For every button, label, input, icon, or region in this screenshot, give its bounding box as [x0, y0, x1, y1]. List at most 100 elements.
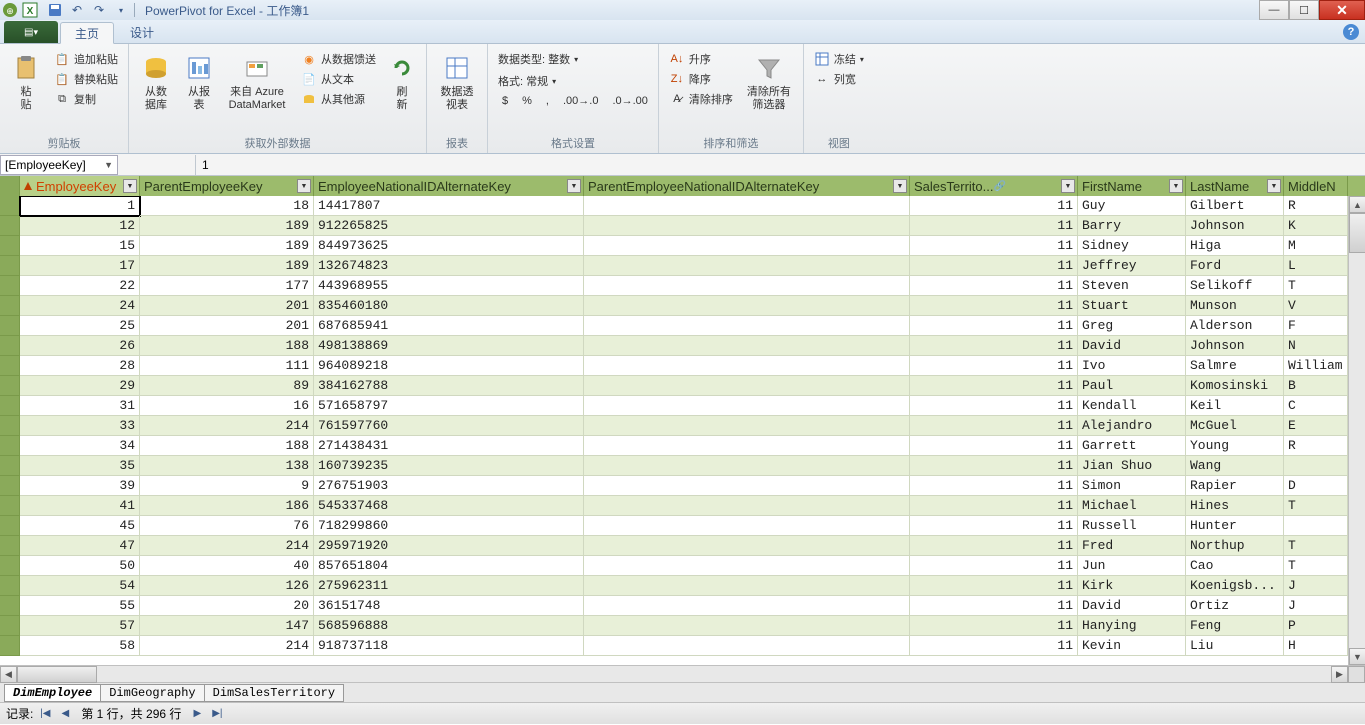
cell[interactable]: 11 — [910, 556, 1078, 576]
cell[interactable] — [584, 596, 910, 616]
table-row[interactable]: 2811196408921811IvoSalmreWilliam — [0, 356, 1365, 376]
cell[interactable]: 214 — [140, 536, 314, 556]
undo-icon[interactable]: ↶ — [68, 2, 86, 18]
cell[interactable]: T — [1284, 496, 1348, 516]
currency-button[interactable]: $ — [498, 94, 512, 108]
cell[interactable]: Barry — [1078, 216, 1186, 236]
cell[interactable]: 41 — [20, 496, 140, 516]
filter-dropdown-icon[interactable]: ▼ — [1169, 179, 1183, 193]
cell[interactable]: 18 — [140, 196, 314, 216]
paste-button[interactable]: 粘 贴 — [6, 48, 46, 133]
cell[interactable]: 29 — [20, 376, 140, 396]
cell[interactable] — [584, 556, 910, 576]
scroll-thumb[interactable] — [1349, 213, 1365, 253]
nav-first-icon[interactable]: |◀ — [37, 706, 53, 722]
cell[interactable]: 147 — [140, 616, 314, 636]
cell[interactable]: 31 — [20, 396, 140, 416]
cell[interactable]: Stuart — [1078, 296, 1186, 316]
cell[interactable]: 857651804 — [314, 556, 584, 576]
column-width-button[interactable]: ↔列宽 — [810, 70, 868, 88]
filter-dropdown-icon[interactable]: ▼ — [1061, 179, 1075, 193]
cell[interactable]: 57 — [20, 616, 140, 636]
row-marker[interactable] — [0, 436, 20, 456]
cell[interactable]: P — [1284, 616, 1348, 636]
cell[interactable]: 188 — [140, 336, 314, 356]
table-row[interactable]: 504085765180411JunCaoT — [0, 556, 1365, 576]
cell[interactable]: 9 — [140, 476, 314, 496]
cell[interactable] — [584, 476, 910, 496]
row-marker[interactable] — [0, 236, 20, 256]
row-marker[interactable] — [0, 316, 20, 336]
cell[interactable]: C — [1284, 396, 1348, 416]
qat-dropdown-icon[interactable]: ▾ — [112, 2, 130, 18]
cell[interactable]: 188 — [140, 436, 314, 456]
cell[interactable] — [584, 396, 910, 416]
cell[interactable]: K — [1284, 216, 1348, 236]
cell[interactable]: 11 — [910, 336, 1078, 356]
cell[interactable]: 35 — [20, 456, 140, 476]
cell[interactable]: 384162788 — [314, 376, 584, 396]
cell[interactable]: 295971920 — [314, 536, 584, 556]
cell[interactable]: 912265825 — [314, 216, 584, 236]
cell[interactable]: 214 — [140, 636, 314, 656]
decrease-decimal-button[interactable]: .0→.00 — [608, 94, 651, 108]
cell[interactable]: 844973625 — [314, 236, 584, 256]
cell[interactable]: 11 — [910, 316, 1078, 336]
cell[interactable]: 11 — [910, 256, 1078, 276]
col-header-nationalid[interactable]: EmployeeNationalIDAlternateKey▼ — [314, 176, 584, 196]
minimize-button[interactable]: — — [1259, 0, 1289, 20]
row-marker[interactable] — [0, 256, 20, 276]
cell[interactable] — [584, 496, 910, 516]
from-feed-button[interactable]: ◉从数据馈送 — [297, 50, 380, 68]
cell[interactable] — [584, 336, 910, 356]
cell[interactable]: 11 — [910, 376, 1078, 396]
cell[interactable]: 58 — [20, 636, 140, 656]
cell[interactable]: 189 — [140, 236, 314, 256]
formula-value[interactable]: 1 — [196, 158, 209, 172]
scroll-left-icon[interactable]: ◀ — [0, 666, 17, 683]
cell[interactable]: 11 — [910, 516, 1078, 536]
cell[interactable]: 11 — [910, 196, 1078, 216]
row-marker[interactable] — [0, 196, 20, 216]
cell[interactable]: William — [1284, 356, 1348, 376]
filter-dropdown-icon[interactable]: ▼ — [1267, 179, 1281, 193]
row-marker[interactable] — [0, 636, 20, 656]
table-row[interactable]: 1218991226582511BarryJohnsonK — [0, 216, 1365, 236]
cell[interactable]: 835460180 — [314, 296, 584, 316]
cell[interactable]: 14417807 — [314, 196, 584, 216]
cell[interactable]: 25 — [20, 316, 140, 336]
cell[interactable]: Michael — [1078, 496, 1186, 516]
cell[interactable]: Salmre — [1186, 356, 1284, 376]
cell[interactable]: Wang — [1186, 456, 1284, 476]
maximize-button[interactable]: ☐ — [1289, 0, 1319, 20]
cell[interactable]: 16 — [140, 396, 314, 416]
cell[interactable]: 22 — [20, 276, 140, 296]
cell[interactable]: 687685941 — [314, 316, 584, 336]
table-row[interactable]: 457671829986011RussellHunter — [0, 516, 1365, 536]
cell[interactable] — [584, 216, 910, 236]
from-azure-button[interactable]: 来自 Azure DataMarket — [221, 48, 293, 133]
cell[interactable]: 132674823 — [314, 256, 584, 276]
cell[interactable]: David — [1078, 336, 1186, 356]
cell[interactable]: Paul — [1078, 376, 1186, 396]
cell[interactable]: Steven — [1078, 276, 1186, 296]
from-database-button[interactable]: 从数 据库 — [135, 48, 177, 133]
name-box[interactable]: [EmployeeKey] ▼ — [0, 155, 118, 175]
cell[interactable]: 11 — [910, 576, 1078, 596]
cell[interactable]: 11 — [910, 636, 1078, 656]
cell[interactable] — [584, 416, 910, 436]
clear-sort-button[interactable]: A̷清除排序 — [665, 90, 737, 108]
cell[interactable]: 33 — [20, 416, 140, 436]
cell[interactable]: J — [1284, 596, 1348, 616]
cell[interactable]: Hunter — [1186, 516, 1284, 536]
cell[interactable]: Koenigsb... — [1186, 576, 1284, 596]
row-marker[interactable] — [0, 556, 20, 576]
cell[interactable]: 12 — [20, 216, 140, 236]
cell[interactable]: Alejandro — [1078, 416, 1186, 436]
cell[interactable]: 186 — [140, 496, 314, 516]
cell[interactable]: 11 — [910, 216, 1078, 236]
cell[interactable]: Liu — [1186, 636, 1284, 656]
cell[interactable]: 189 — [140, 256, 314, 276]
cell[interactable]: Alderson — [1186, 316, 1284, 336]
cell[interactable]: Keil — [1186, 396, 1284, 416]
